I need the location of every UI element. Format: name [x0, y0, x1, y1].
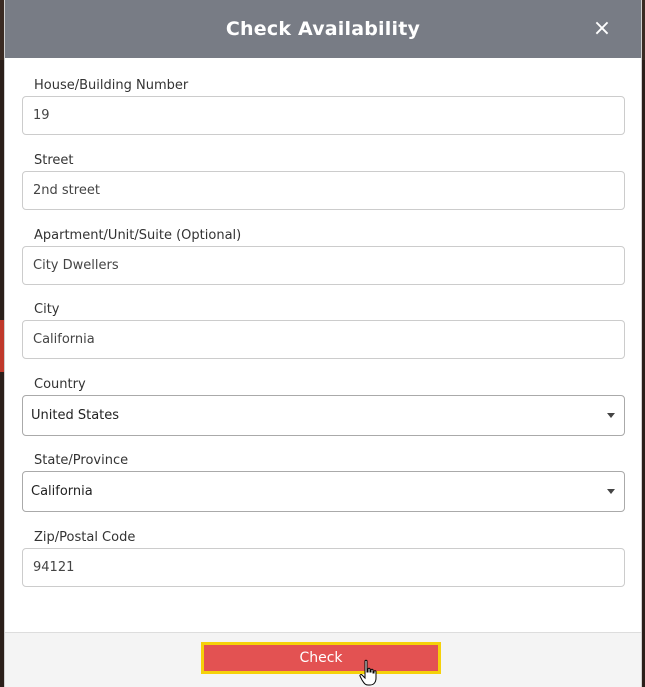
- city-input[interactable]: California: [22, 320, 625, 359]
- check-availability-modal: Check Availability × House/Building Numb…: [4, 0, 642, 687]
- country-group: Country United States: [22, 375, 625, 436]
- apartment-group: Apartment/Unit/Suite (Optional) City Dwe…: [22, 226, 625, 285]
- zip-group: Zip/Postal Code 94121: [22, 528, 625, 587]
- modal-header: Check Availability ×: [5, 0, 641, 58]
- street-input[interactable]: 2nd street: [22, 171, 625, 210]
- state-label: State/Province: [34, 453, 129, 468]
- country-select[interactable]: United States: [22, 395, 625, 436]
- street-label: Street: [34, 153, 74, 168]
- house-number-group: House/Building Number 19: [22, 76, 625, 135]
- state-select[interactable]: California: [22, 471, 625, 512]
- zip-input[interactable]: 94121: [22, 548, 625, 587]
- apartment-label: Apartment/Unit/Suite (Optional): [34, 228, 242, 243]
- close-icon[interactable]: ×: [591, 18, 613, 40]
- modal-footer: Check: [5, 632, 641, 687]
- city-group: City California: [22, 300, 625, 359]
- country-selected-value: United States: [31, 408, 120, 423]
- hand-pointer-icon: [359, 659, 377, 686]
- chevron-down-icon: [607, 489, 615, 494]
- chevron-down-icon: [607, 413, 615, 418]
- house-number-input[interactable]: 19: [22, 96, 625, 135]
- state-selected-value: California: [31, 484, 93, 499]
- city-label: City: [34, 302, 60, 317]
- house-number-label: House/Building Number: [34, 78, 189, 93]
- apartment-input[interactable]: City Dwellers: [22, 246, 625, 285]
- country-label: Country: [34, 377, 86, 392]
- check-button[interactable]: Check: [201, 642, 441, 674]
- state-group: State/Province California: [22, 451, 625, 512]
- street-group: Street 2nd street: [22, 151, 625, 210]
- zip-label: Zip/Postal Code: [34, 530, 136, 545]
- modal-title: Check Availability: [225, 18, 421, 40]
